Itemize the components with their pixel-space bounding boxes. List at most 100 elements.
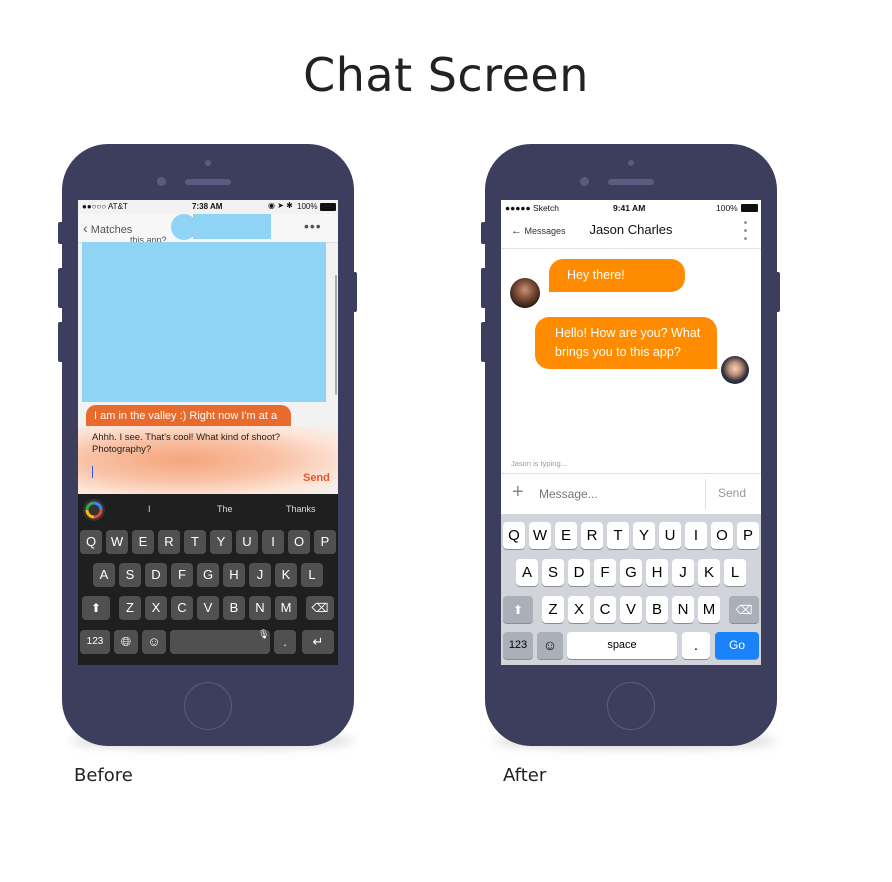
key-g[interactable]: G: [620, 559, 642, 586]
key-v[interactable]: V: [620, 596, 642, 623]
shift-icon: ⬆: [90, 601, 102, 615]
key-p[interactable]: P: [314, 530, 336, 554]
key-s[interactable]: S: [119, 563, 141, 587]
key-z[interactable]: Z: [542, 596, 564, 623]
key-h[interactable]: H: [223, 563, 245, 587]
key-y[interactable]: Y: [210, 530, 232, 554]
globe-key[interactable]: 🌐︎: [114, 630, 138, 654]
numbers-key[interactable]: 123: [503, 632, 533, 659]
text-cursor: [92, 466, 93, 478]
google-icon[interactable]: [83, 499, 105, 521]
key-w[interactable]: W: [106, 530, 128, 554]
send-button[interactable]: Send: [718, 486, 746, 500]
emoji-key[interactable]: ☺: [537, 632, 563, 659]
key-u[interactable]: U: [236, 530, 258, 554]
key-j[interactable]: J: [672, 559, 694, 586]
contact-name[interactable]: Jason Charles: [571, 222, 691, 237]
back-button[interactable]: ← Messages: [511, 224, 566, 238]
key-z[interactable]: Z: [119, 596, 141, 620]
key-d[interactable]: D: [145, 563, 167, 587]
return-key[interactable]: ↵: [302, 630, 334, 654]
suggestion[interactable]: I: [148, 504, 151, 514]
key-q[interactable]: Q: [503, 522, 525, 549]
key-g[interactable]: G: [197, 563, 219, 587]
key-v[interactable]: V: [197, 596, 219, 620]
emoji-key[interactable]: ☺: [142, 630, 166, 654]
key-d[interactable]: D: [568, 559, 590, 586]
status-icons: ◉ ➤ ✱: [268, 201, 293, 210]
home-button[interactable]: [607, 682, 655, 730]
key-k[interactable]: K: [698, 559, 720, 586]
numbers-key[interactable]: 123: [80, 630, 110, 654]
incoming-message-text: Hey there!: [567, 268, 625, 282]
key-n[interactable]: N: [672, 596, 694, 623]
user-avatar[interactable]: [721, 356, 749, 384]
key-m[interactable]: M: [698, 596, 720, 623]
key-u[interactable]: U: [659, 522, 681, 549]
contact-avatar[interactable]: [510, 278, 540, 308]
key-i[interactable]: I: [685, 522, 707, 549]
key-o[interactable]: O: [288, 530, 310, 554]
back-button[interactable]: ‹ Matches: [83, 219, 132, 237]
key-f[interactable]: F: [594, 559, 616, 586]
home-button[interactable]: [184, 682, 232, 730]
space-key[interactable]: space: [567, 632, 677, 659]
suggestion[interactable]: Thanks: [286, 504, 316, 514]
key-f[interactable]: F: [171, 563, 193, 587]
key-w[interactable]: W: [529, 522, 551, 549]
plus-icon[interactable]: +: [512, 482, 524, 502]
scrollbar[interactable]: [335, 275, 337, 395]
key-r[interactable]: R: [158, 530, 180, 554]
more-options-icon[interactable]: [744, 221, 748, 240]
message-input[interactable]: [539, 485, 699, 503]
shift-key[interactable]: ⬆: [82, 596, 110, 620]
key-c[interactable]: C: [171, 596, 193, 620]
key-a[interactable]: A: [93, 563, 115, 587]
key-o[interactable]: O: [711, 522, 733, 549]
key-t[interactable]: T: [607, 522, 629, 549]
more-options-icon[interactable]: •••: [304, 218, 322, 234]
key-b[interactable]: B: [646, 596, 668, 623]
battery-icon: [320, 203, 336, 211]
key-j[interactable]: J: [249, 563, 271, 587]
key-e[interactable]: E: [132, 530, 154, 554]
key-n[interactable]: N: [249, 596, 271, 620]
status-bar: ●●●●● Sketch 9:41 AM 100%: [501, 200, 761, 216]
key-l[interactable]: L: [301, 563, 323, 587]
key-k[interactable]: K: [275, 563, 297, 587]
space-key[interactable]: 🎙︎: [170, 629, 270, 654]
suggestion[interactable]: The: [217, 504, 233, 514]
key-h[interactable]: H: [646, 559, 668, 586]
period-key[interactable]: .: [682, 632, 710, 659]
key-m[interactable]: M: [275, 596, 297, 620]
emoji-icon: ☺: [542, 637, 558, 653]
backspace-key[interactable]: ⌫: [306, 596, 334, 620]
page-title: Chat Screen: [303, 48, 589, 102]
key-s[interactable]: S: [542, 559, 564, 586]
key-t[interactable]: T: [184, 530, 206, 554]
key-y[interactable]: Y: [633, 522, 655, 549]
key-x[interactable]: X: [568, 596, 590, 623]
key-q[interactable]: Q: [80, 530, 102, 554]
key-c[interactable]: C: [594, 596, 616, 623]
after-screen: ●●●●● Sketch 9:41 AM 100% ← Messages Jas…: [501, 200, 761, 665]
key-e[interactable]: E: [555, 522, 577, 549]
key-r[interactable]: R: [581, 522, 603, 549]
clock: 9:41 AM: [613, 203, 646, 213]
backspace-key[interactable]: ⌫: [729, 596, 759, 623]
key-l[interactable]: L: [724, 559, 746, 586]
chevron-left-icon: ‹: [83, 220, 88, 236]
go-key[interactable]: Go: [715, 632, 759, 659]
key-a[interactable]: A: [516, 559, 538, 586]
carrier: ●●○○○ AT&T: [82, 202, 128, 211]
period-key[interactable]: .: [274, 630, 296, 654]
before-caption: Before: [74, 765, 133, 786]
key-b[interactable]: B: [223, 596, 245, 620]
key-p[interactable]: P: [737, 522, 759, 549]
send-button[interactable]: Send: [303, 472, 330, 484]
backspace-icon: ⌫: [311, 601, 329, 615]
key-i[interactable]: I: [262, 530, 284, 554]
shift-key[interactable]: ⬆: [503, 596, 533, 623]
key-x[interactable]: X: [145, 596, 167, 620]
back-label: Matches: [90, 224, 133, 236]
